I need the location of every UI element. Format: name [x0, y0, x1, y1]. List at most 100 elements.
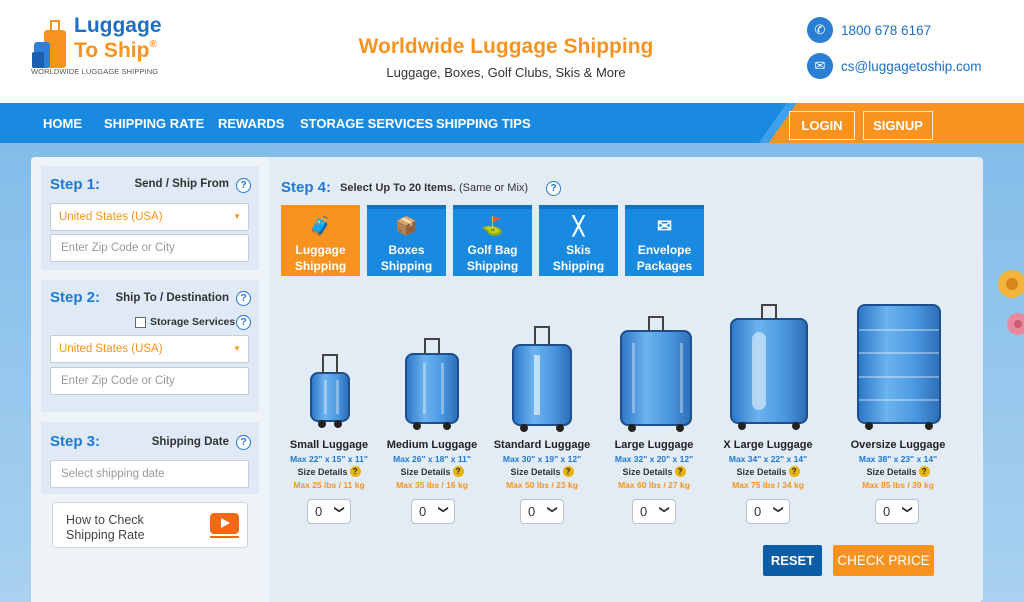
product-name: Medium Luggage: [386, 439, 478, 451]
product-max-weight: Max 50 lbs / 23 kg: [506, 480, 578, 490]
email-contact[interactable]: ✉ cs@luggagetoship.com: [807, 53, 982, 79]
step2-heading: Step 2:: [50, 289, 101, 306]
luggage-rib: [441, 363, 444, 414]
tab-label: Skis Shipping: [552, 243, 605, 273]
shipping-date-input[interactable]: Select shipping date: [50, 460, 249, 488]
tab-boxes-shipping[interactable]: 📦 Boxes Shipping: [367, 205, 446, 276]
nav-shipping-rate[interactable]: SHIPPING RATE: [104, 116, 204, 131]
luggage-rib: [752, 332, 766, 410]
product-max-weight: Max 75 lbs / 34 kg: [732, 480, 804, 490]
nav-shipping-tips[interactable]: SHIPPING TIPS: [436, 116, 531, 131]
size-details-link[interactable]: Size Details?: [604, 466, 704, 477]
quantity-select[interactable]: 0 ❯: [875, 499, 919, 524]
golf-bag-icon: ⛳: [481, 216, 504, 236]
quantity-select[interactable]: 0 ❯: [411, 499, 455, 524]
size-details-link[interactable]: Size Details?: [490, 466, 594, 477]
ship-from-country-select[interactable]: United States (USA) ▼: [50, 203, 249, 231]
caret-down-icon: ▼: [233, 344, 241, 353]
how-to-check-rate-video[interactable]: How to Check Shipping Rate: [52, 502, 248, 548]
ship-to-country-value: United States (USA): [59, 343, 163, 355]
logo-text-line1: Luggage: [74, 14, 162, 37]
quantity-select[interactable]: 0 ❯: [307, 499, 351, 524]
luggage-handle: [761, 304, 777, 320]
mail-icon: ✉: [807, 53, 833, 79]
storage-services-label: Storage Services: [150, 316, 236, 328]
wheel: [318, 420, 326, 428]
chevron-down-icon: ❯: [772, 505, 784, 514]
size-details-link[interactable]: Size Details?: [718, 466, 818, 477]
quantity-select[interactable]: 0 ❯: [632, 499, 676, 524]
quantity-select[interactable]: 0 ❯: [746, 499, 790, 524]
help-icon[interactable]: ?: [236, 178, 251, 193]
signup-button[interactable]: SIGNUP: [863, 111, 933, 140]
product-max-weight: Max 25 lbs / 11 kg: [293, 480, 365, 490]
luggage-rib: [859, 329, 939, 332]
ship-to-country-select[interactable]: United States (USA) ▼: [50, 335, 249, 363]
luggage-handle: [322, 354, 338, 374]
site-logo[interactable]: Luggage To Ship® WORLDWIDE LUGGAGE SHIPP…: [30, 12, 170, 78]
large-luggage-image: [620, 316, 692, 432]
wheel: [443, 422, 451, 430]
chevron-down-icon: ❯: [546, 505, 558, 514]
step1-section: Step 1: Send / Ship From ? United States…: [41, 166, 259, 270]
product-max-dimensions: Max 30" x 19" x 12": [502, 454, 582, 464]
quantity-select[interactable]: 0 ❯: [520, 499, 564, 524]
help-icon[interactable]: ?: [236, 291, 251, 306]
storage-services-checkbox[interactable]: Storage Services: [135, 316, 235, 328]
play-video-icon: [210, 513, 239, 534]
reset-button[interactable]: RESET: [763, 545, 822, 576]
product-name: X Large Luggage: [723, 439, 813, 451]
flower-decoration: [998, 270, 1024, 335]
skis-icon: ╳: [573, 216, 584, 236]
help-icon[interactable]: ?: [546, 181, 561, 196]
phone-number: 1800 678 6167: [841, 22, 932, 38]
page-title: Worldwide Luggage Shipping: [358, 35, 654, 58]
tab-skis-shipping[interactable]: ╳ Skis Shipping: [539, 205, 618, 276]
product-name: Small Luggage: [289, 439, 369, 451]
product-max-dimensions: Max 26" x 18" x 11": [393, 454, 471, 464]
email-address: cs@luggagetoship.com: [841, 58, 982, 74]
product-name: Large Luggage: [614, 439, 694, 451]
ship-from-zip-input[interactable]: Enter Zip Code or City: [50, 234, 249, 262]
tab-envelope-packages[interactable]: ✉ Envelope Packages: [625, 205, 704, 276]
nav-home[interactable]: HOME: [43, 116, 82, 131]
check-price-button[interactable]: CHECK PRICE: [833, 545, 934, 576]
product-max-weight: Max 60 lbs / 27 kg: [618, 480, 690, 490]
logo-text-line2: To Ship®: [74, 39, 157, 62]
size-details-link[interactable]: Size Details?: [846, 466, 950, 477]
size-details-link[interactable]: Size Details?: [382, 466, 482, 477]
help-icon: ?: [562, 466, 574, 477]
tab-label: Golf Bag Shipping: [466, 243, 519, 273]
size-details-link[interactable]: Size Details?: [279, 466, 379, 477]
x-large-luggage-image: [730, 304, 808, 430]
luggage-handle: [534, 326, 550, 346]
tab-label: Luggage Shipping: [294, 243, 347, 273]
wheel: [865, 422, 873, 430]
tab-luggage-shipping[interactable]: 🧳 Luggage Shipping: [281, 205, 360, 276]
nav-storage-services[interactable]: STORAGE SERVICES: [300, 116, 433, 131]
chevron-down-icon: ❯: [658, 505, 670, 514]
how-to-text: How to Check Shipping Rate: [66, 513, 145, 542]
help-icon[interactable]: ?: [236, 435, 251, 450]
logo-tagline: WORLDWIDE LUGGAGE SHIPPING: [31, 67, 159, 76]
ship-to-zip-input[interactable]: Enter Zip Code or City: [50, 367, 249, 395]
small-luggage-image: [310, 354, 350, 428]
step4-heading: Step 4:: [281, 179, 332, 196]
tab-golf-bag-shipping[interactable]: ⛳ Golf Bag Shipping: [453, 205, 532, 276]
step2-label: Ship To / Destination: [115, 292, 229, 304]
wheel: [738, 422, 746, 430]
standard-luggage-image: [512, 326, 572, 432]
nav-rewards[interactable]: REWARDS: [218, 116, 284, 131]
login-button[interactable]: LOGIN: [789, 111, 855, 140]
help-icon[interactable]: ?: [236, 315, 251, 330]
step3-section: Step 3: Shipping Date ? Select shipping …: [41, 422, 259, 494]
phone-contact[interactable]: ✆ 1800 678 6167: [807, 17, 931, 43]
luggage-rib: [336, 379, 339, 415]
help-icon: ?: [452, 466, 464, 477]
page-subtitle: Luggage, Boxes, Golf Clubs, Skis & More: [386, 65, 626, 80]
luggage-handle: [424, 338, 440, 355]
luggage-handle: [648, 316, 664, 332]
tab-label: Boxes Shipping: [380, 243, 433, 273]
step4-instructions: Select Up To 20 Items. (Same or Mix): [340, 182, 529, 194]
checkbox-box[interactable]: [135, 316, 146, 328]
